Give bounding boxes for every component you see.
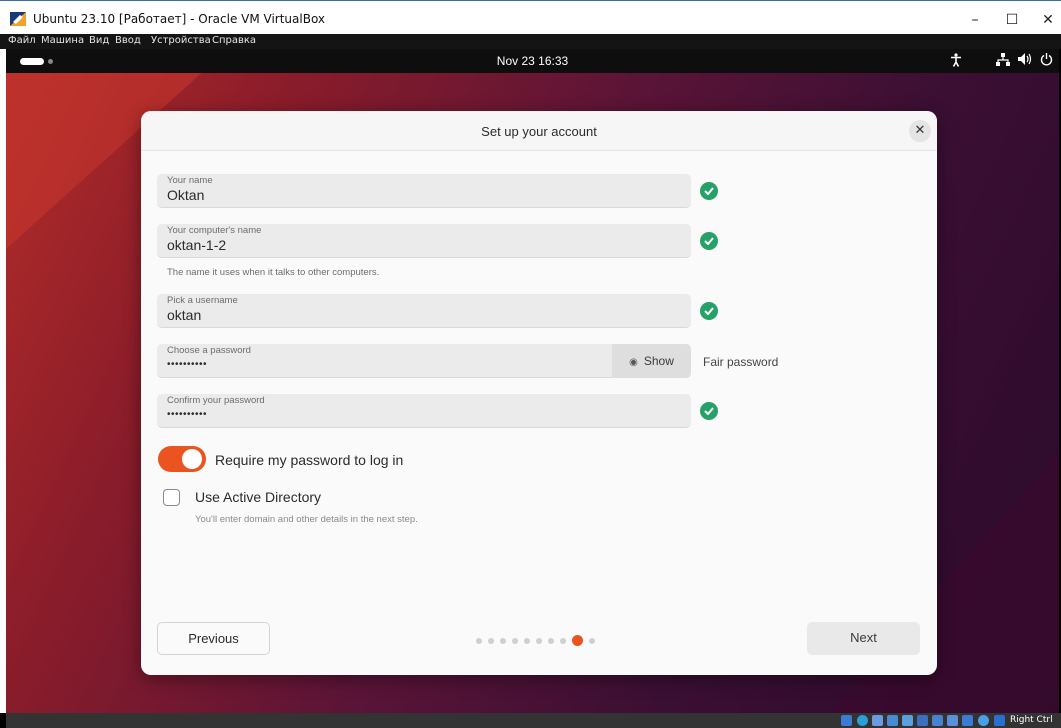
progress-dot — [512, 638, 518, 644]
minimize-button[interactable]: – — [960, 7, 990, 33]
clock[interactable]: Nov 23 16:33 — [6, 54, 1059, 68]
field-label: Choose a password — [167, 345, 251, 356]
hard-disk-icon[interactable] — [841, 715, 852, 726]
vbox-menubar: Файл Машина Вид Ввод Устройства Справка — [0, 34, 1061, 49]
menu-view[interactable]: Вид — [89, 35, 109, 46]
password-strength: Fair password — [703, 355, 779, 369]
guest-desktop: Nov 23 16:33 Set up your account ✕ Your … — [6, 49, 1059, 713]
power-icon[interactable] — [1040, 53, 1053, 70]
menu-machine[interactable]: Машина — [41, 35, 84, 46]
field-label: Pick a username — [167, 295, 238, 306]
close-window-button[interactable]: ✕ — [1033, 7, 1061, 33]
your-name-field[interactable]: Your name Oktan — [157, 174, 691, 208]
network-adapter-icon[interactable] — [887, 715, 898, 726]
field-label: Confirm your password — [167, 395, 265, 406]
usb-icon[interactable] — [902, 715, 913, 726]
eye-icon: ◉ — [629, 357, 638, 368]
volume-icon[interactable] — [1018, 53, 1032, 69]
progress-dot — [548, 638, 554, 644]
virtualbox-app-icon — [10, 12, 26, 26]
optical-drive-icon[interactable] — [857, 715, 868, 726]
field-value: oktan — [167, 307, 202, 323]
cpu-icon[interactable] — [962, 715, 973, 726]
mouse-integration-icon[interactable] — [978, 715, 989, 726]
network-icon[interactable] — [996, 53, 1010, 70]
display-icon[interactable] — [932, 715, 943, 726]
progress-dot — [476, 638, 482, 644]
password-dots: •••••••••• — [167, 359, 208, 370]
maximize-button[interactable]: ☐ — [997, 7, 1027, 33]
progress-dot — [589, 638, 595, 644]
previous-button[interactable]: Previous — [157, 622, 270, 655]
require-password-label[interactable]: Require my password to log in — [215, 452, 403, 468]
show-label: Show — [643, 354, 674, 368]
progress-dot-current — [572, 635, 583, 646]
progress-dot — [500, 638, 506, 644]
computer-name-hint: The name it uses when it talks to other … — [167, 267, 380, 278]
gnome-top-bar: Nov 23 16:33 — [6, 49, 1059, 73]
show-password-button[interactable]: ◉ Show — [612, 344, 691, 378]
valid-check-icon — [700, 302, 718, 320]
computer-name-field[interactable]: Your computer's name oktan-1-2 — [157, 224, 691, 258]
dialog-header: Set up your account ✕ — [141, 111, 937, 151]
password-dots: •••••••••• — [167, 409, 208, 420]
field-value: oktan-1-2 — [167, 237, 227, 253]
menu-input[interactable]: Ввод — [115, 35, 141, 46]
dialog-title: Set up your account — [481, 124, 597, 139]
toggle-knob — [182, 449, 202, 469]
valid-check-icon — [700, 402, 718, 420]
window-title: Ubuntu 23.10 [Работает] - Oracle VM Virt… — [33, 12, 326, 26]
require-password-toggle[interactable] — [158, 446, 206, 472]
confirm-password-field[interactable]: Confirm your password •••••••••• — [157, 394, 691, 428]
accessibility-icon[interactable] — [950, 53, 962, 71]
active-directory-label[interactable]: Use Active Directory — [195, 489, 321, 505]
field-label: Your name — [167, 175, 213, 186]
shared-folders-icon[interactable] — [917, 715, 928, 726]
vbox-statusbar: Right Ctrl — [6, 713, 1061, 728]
menu-help[interactable]: Справка — [212, 35, 256, 46]
audio-icon[interactable] — [872, 715, 883, 726]
username-field[interactable]: Pick a username oktan — [157, 294, 691, 328]
next-button[interactable]: Next — [807, 622, 920, 655]
active-directory-hint: You'll enter domain and other details in… — [195, 514, 418, 525]
field-label: Your computer's name — [167, 225, 262, 236]
progress-dot — [560, 638, 566, 644]
progress-dot — [488, 638, 494, 644]
window-titlebar: Ubuntu 23.10 [Работает] - Oracle VM Virt… — [0, 0, 1061, 34]
valid-check-icon — [700, 232, 718, 250]
dialog-close-button[interactable]: ✕ — [909, 120, 931, 142]
host-key-icon[interactable] — [994, 715, 1005, 726]
recording-icon[interactable] — [947, 715, 958, 726]
menu-devices[interactable]: Устройства — [151, 35, 211, 46]
active-directory-checkbox[interactable] — [163, 489, 180, 506]
host-key-label: Right Ctrl — [1010, 715, 1053, 725]
progress-dot — [524, 638, 530, 644]
password-field[interactable]: Choose a password •••••••••• ◉ Show — [157, 344, 691, 378]
setup-account-dialog: Set up your account ✕ Your name Oktan Yo… — [141, 111, 937, 675]
valid-check-icon — [700, 182, 718, 200]
progress-dot — [536, 638, 542, 644]
menu-file[interactable]: Файл — [8, 35, 36, 46]
field-value: Oktan — [167, 187, 205, 203]
